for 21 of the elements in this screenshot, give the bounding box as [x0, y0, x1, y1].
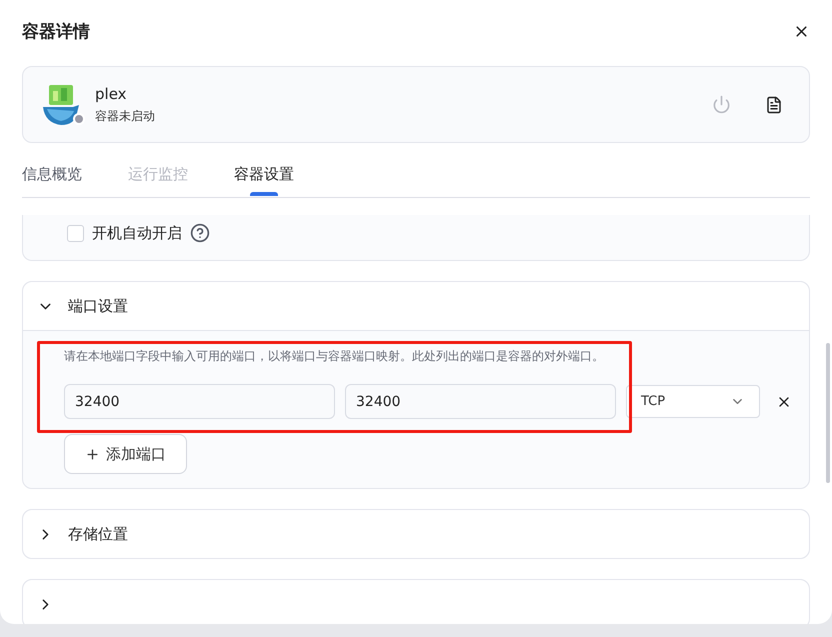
- checkbox-label: 开机自动开启: [92, 224, 182, 242]
- checkbox[interactable]: [67, 224, 84, 242]
- section-header[interactable]: 存储位置: [23, 510, 809, 558]
- add-port-button[interactable]: 添加端口: [64, 434, 187, 474]
- section-header[interactable]: 端口设置: [23, 282, 809, 331]
- container-status: 容器未启动: [95, 108, 156, 124]
- port-description: 请在本地端口字段中输入可用的端口，以将端口与容器端口映射。此处列出的端口是容器的对外端口。: [64, 348, 605, 365]
- local-port-field[interactable]: 32400: [64, 384, 335, 419]
- section-title: 存储位置: [68, 524, 128, 544]
- tab[interactable]: 信息概览: [22, 157, 82, 194]
- scrollbar-thumb[interactable]: [826, 343, 830, 483]
- section-title: 端口设置: [68, 296, 128, 316]
- tab[interactable]: 容器设置: [234, 157, 294, 194]
- dialog-title: 容器详情: [22, 20, 90, 42]
- whale-logo-icon: [41, 82, 81, 126]
- container-port-field[interactable]: 32400: [345, 384, 616, 419]
- container-name: plex: [95, 84, 128, 102]
- log-file-button[interactable]: [765, 95, 783, 114]
- help-icon[interactable]: [190, 223, 210, 243]
- plus-icon: [85, 446, 100, 462]
- protocol-select[interactable]: TCP: [626, 385, 760, 418]
